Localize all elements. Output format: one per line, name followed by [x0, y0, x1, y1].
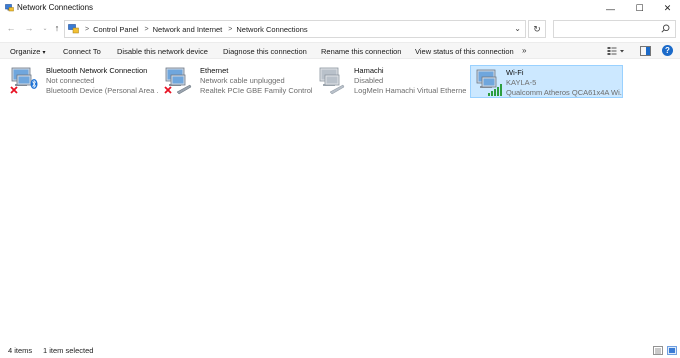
rename-connection-button[interactable]: Rename this connection — [321, 47, 401, 56]
connection-status: KAYLA-5 — [506, 78, 537, 87]
title-bar: Network Connections — ☐ ✕ — [0, 0, 680, 17]
window-title: Network Connections — [17, 3, 94, 12]
up-button[interactable]: ↑ — [50, 21, 64, 35]
connection-name: Bluetooth Network Connection — [46, 66, 148, 75]
disconnected-x-icon — [10, 86, 18, 94]
breadcrumb-separator[interactable]: > — [145, 26, 149, 33]
close-button[interactable]: ✕ — [653, 0, 680, 17]
connection-name: Wi-Fi — [506, 68, 524, 77]
connect-to-button[interactable]: Connect To — [63, 47, 101, 56]
status-bar: 4 items 1 item selected — [0, 342, 680, 358]
breadcrumb-network-connections[interactable]: Network Connections — [236, 25, 307, 34]
disconnected-x-icon — [164, 86, 172, 94]
preview-pane-icon — [640, 46, 651, 56]
details-view-icon[interactable] — [653, 346, 663, 355]
wifi-signal-bars-icon — [488, 84, 502, 96]
selection-count: 1 item selected — [43, 346, 94, 355]
connection-name: Hamachi — [354, 66, 384, 75]
view-options-icon — [607, 47, 624, 55]
connection-item-bluetooth[interactable]: Bluetooth Network Connection Not connect… — [6, 64, 158, 98]
view-status-button[interactable]: View status of this connection — [415, 47, 514, 56]
navigation-bar: ← → ⌄ ↑ > Control Panel > Network and In… — [0, 18, 680, 40]
breadcrumb-control-panel[interactable]: Control Panel — [93, 25, 138, 34]
item-count: 4 items — [8, 346, 33, 355]
organize-label: Organize — [10, 47, 41, 56]
connection-device: Realtek PCIe GBE Family Controller — [200, 86, 312, 95]
connection-item-hamachi[interactable]: Hamachi Disabled LogMeIn Hamachi Virtual… — [314, 64, 466, 98]
disable-device-button[interactable]: Disable this network device — [117, 47, 208, 56]
connection-name: Ethernet — [200, 66, 229, 75]
search-icon — [661, 24, 670, 33]
diagnose-connection-button[interactable]: Diagnose this connection — [223, 47, 307, 56]
connection-item-ethernet[interactable]: Ethernet Network cable unplugged Realtek… — [160, 64, 312, 98]
control-panel-icon — [68, 24, 79, 34]
breadcrumb-separator: > — [85, 25, 90, 33]
command-bar: Organize ▾ Connect To Disable this networ… — [0, 42, 680, 59]
connections-list: Bluetooth Network Connection Not connect… — [0, 60, 680, 340]
connection-item-wifi[interactable]: Wi-Fi KAYLA-5 Qualcomm Atheros QCA61x4A … — [470, 65, 623, 98]
connection-status: Not connected — [46, 76, 95, 85]
breadcrumb-separator[interactable]: > — [228, 26, 232, 33]
address-dropdown-button[interactable]: ⌄ — [514, 24, 521, 33]
large-icons-view-icon[interactable] — [667, 346, 677, 355]
refresh-button[interactable]: ↻ — [528, 20, 546, 38]
preview-pane-button[interactable] — [640, 45, 651, 57]
address-bar[interactable]: > Control Panel > Network and Internet >… — [64, 20, 526, 38]
connection-device: Qualcomm Atheros QCA61x4A Wi... — [506, 88, 622, 97]
network-connections-app-icon — [5, 4, 14, 12]
connection-status: Disabled — [354, 76, 384, 85]
change-view-button[interactable] — [607, 45, 625, 57]
back-button[interactable]: ← — [4, 21, 18, 35]
forward-button[interactable]: → — [22, 21, 36, 35]
help-button[interactable]: ? — [662, 45, 673, 56]
more-commands-button[interactable]: » — [522, 46, 526, 55]
minimize-button[interactable]: — — [596, 0, 625, 17]
search-input[interactable] — [553, 20, 676, 38]
breadcrumb-network-and-internet[interactable]: Network and Internet — [153, 25, 223, 34]
organize-caret-icon: ▾ — [42, 50, 46, 56]
connection-device: Bluetooth Device (Personal Area ... — [46, 86, 158, 95]
hamachi-network-icon — [319, 67, 345, 95]
maximize-button[interactable]: ☐ — [625, 0, 654, 17]
organize-menu[interactable]: Organize ▾ — [10, 47, 45, 56]
connection-status: Network cable unplugged — [200, 76, 285, 85]
connection-device: LogMeIn Hamachi Virtual Etherne... — [354, 86, 466, 95]
